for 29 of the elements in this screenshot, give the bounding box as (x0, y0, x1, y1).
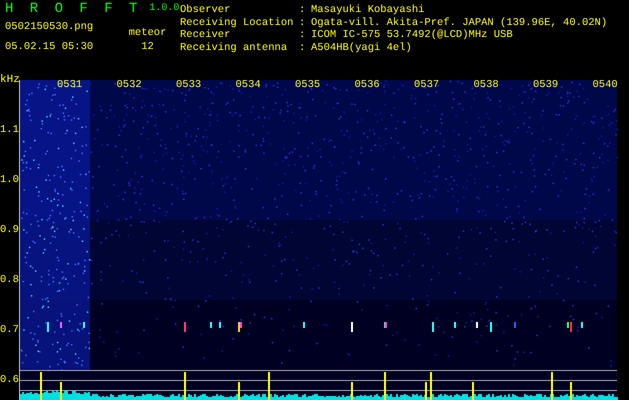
meteor-count: 12 (141, 40, 154, 53)
axis-label: 0539 (533, 79, 558, 91)
meteor-label: meteor (128, 27, 166, 40)
separator: : (299, 42, 306, 54)
axis-unit: kHz (0, 73, 20, 88)
axis-label: 0538 (474, 79, 499, 91)
axis-label: 0537 (414, 79, 440, 91)
info-value: ICOM IC-575 53.7492(@LCD)MHz USB (311, 29, 513, 42)
timestamp: 05.02.15 05:30 (5, 41, 94, 54)
info-label: Observer (180, 4, 232, 16)
separator: : (299, 16, 306, 29)
axis-label: 0531 (57, 79, 82, 91)
separator: : (299, 4, 306, 16)
info-label: Receiver (180, 29, 232, 42)
info-value: Ogata-vill. Akita-Pref. JAPAN (139.96E, 40.02N) (311, 16, 608, 29)
info-value: A504HB(yagi 4el) (311, 42, 412, 54)
axis-label: 0534 (236, 79, 261, 91)
axis-label: 0540 (592, 79, 618, 91)
axis-label: 0535 (295, 79, 320, 91)
file-name: 0502150530.png (5, 20, 94, 33)
axis-label: 0533 (176, 79, 202, 91)
info-label: Receiving Location (180, 16, 294, 29)
info-label: Receiving antenna (180, 42, 288, 54)
app-title: H R O F F T (5, 3, 142, 16)
info-value: Masayuki Kobayashi (311, 4, 424, 16)
axis-label: 0532 (116, 79, 142, 91)
app-version: 1.0.0 (149, 3, 180, 16)
separator: : (299, 29, 306, 42)
axis-label: 0536 (354, 79, 380, 91)
